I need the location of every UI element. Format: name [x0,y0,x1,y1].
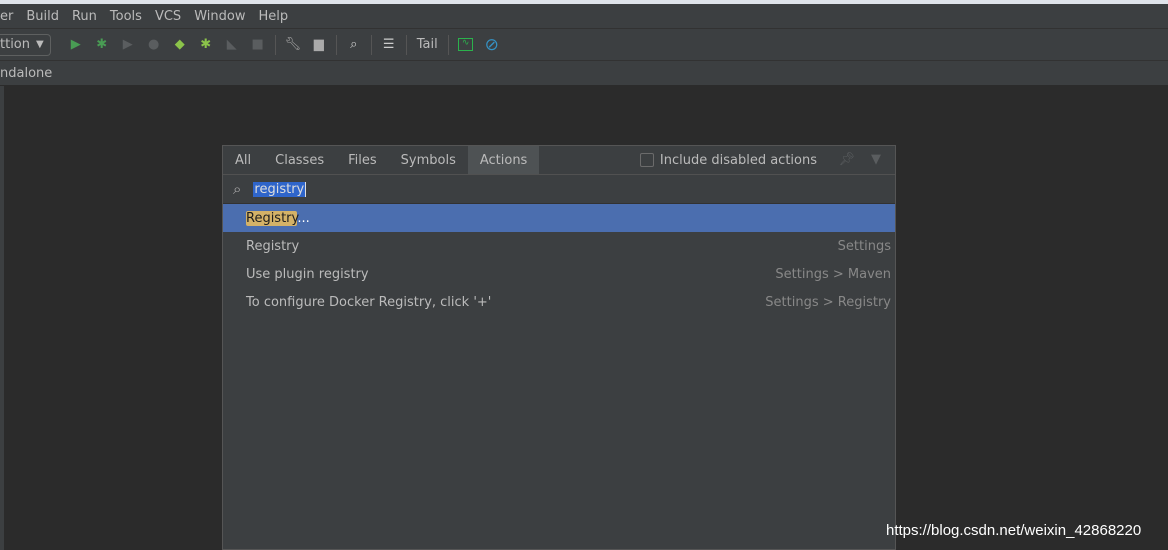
menu-build[interactable]: Build [26,9,59,24]
navigation-bar: ndalone [0,60,1168,86]
tail-button[interactable]: Tail [417,36,438,54]
divider [274,34,276,55]
menu-vcs[interactable]: VCS [155,9,181,24]
search-icon[interactable]: ⌕ [345,36,363,54]
debug-icon[interactable]: ✱ [93,36,111,54]
pin-icon[interactable]: 📌︎ [838,152,855,167]
tab-symbols[interactable]: Symbols [389,146,468,174]
menu-help[interactable]: Help [258,9,288,24]
project-structure-icon[interactable]: ▆ [310,36,328,54]
run-coverage-icon[interactable]: ▶ [119,36,137,54]
list-item[interactable]: Use plugin registry Settings > Maven [223,260,895,288]
divider [370,34,372,55]
search-row: ⌕ registry [223,175,895,204]
watermark: https://blog.csdn.net/weixin_42868220 [886,522,1142,539]
menu-tools[interactable]: Tools [110,9,142,24]
menu-bar: er Build Run Tools VCS Window Help [0,4,1168,28]
jrebel-debug-icon[interactable]: ✱ [197,36,215,54]
search-input[interactable]: registry [253,181,307,197]
run-config-label: ttion [0,37,30,52]
tab-all[interactable]: All [223,146,263,174]
jrebel-run-icon[interactable]: ◆ [171,36,189,54]
stop-icon[interactable]: ■ [249,36,267,54]
match-highlight: Registry [246,210,298,226]
search-everywhere-popup: All Classes Files Symbols Actions Includ… [222,145,896,550]
tab-files[interactable]: Files [336,146,389,174]
list-item[interactable]: Registry Settings [223,232,895,260]
include-disabled-actions[interactable]: Include disabled actions [639,146,817,174]
no-sign-icon[interactable]: ⊘ [483,35,501,55]
chevron-down-icon: ▼ [36,39,44,50]
breadcrumb[interactable]: ndalone [0,66,52,81]
menu-refactor[interactable]: er [0,9,13,24]
results-list: Registry... Registry Settings Use plugin … [223,204,895,316]
tab-actions[interactable]: Actions [467,146,540,174]
list-item[interactable]: Registry... [223,204,895,232]
divider [335,34,337,55]
profile-icon[interactable]: ● [145,36,163,54]
run-config-dropdown[interactable]: ttion ▼ [0,33,51,56]
run-icon[interactable]: ▶ [67,36,85,54]
divider [405,34,407,55]
result-name: Registry [246,238,300,254]
menu-run[interactable]: Run [72,9,97,24]
menu-window[interactable]: Window [194,9,245,24]
include-disabled-checkbox[interactable] [639,153,654,167]
result-location: Settings [837,238,891,254]
wrench-icon[interactable]: 🔧︎ [284,36,302,54]
filter-icon[interactable]: ▼ [871,152,881,167]
result-location: Settings > Maven [775,266,891,282]
tab-classes[interactable]: Classes [263,146,336,174]
result-name-rest: ... [297,210,310,226]
search-icon: ⌕ [233,180,242,198]
toolbar: ttion ▼ ▶ ✱ ▶ ● ◆ ✱ ◣ ■ 🔧︎ ▆ ⌕ ☰ Tail ∿ ⊘ [0,28,1168,60]
left-tool-strip [0,86,4,550]
attach-icon[interactable]: ◣ [223,36,241,54]
include-disabled-label: Include disabled actions [659,152,817,168]
services-icon[interactable]: ☰ [380,36,398,54]
popup-tabs: All Classes Files Symbols Actions Includ… [223,146,895,175]
result-name: Use plugin registry [246,266,369,282]
result-name: To configure Docker Registry, click '+' [246,294,492,310]
divider [447,34,449,55]
result-location: Settings > Registry [765,294,891,310]
activity-monitor-icon[interactable]: ∿ [457,36,475,54]
list-item[interactable]: To configure Docker Registry, click '+' S… [223,288,895,316]
